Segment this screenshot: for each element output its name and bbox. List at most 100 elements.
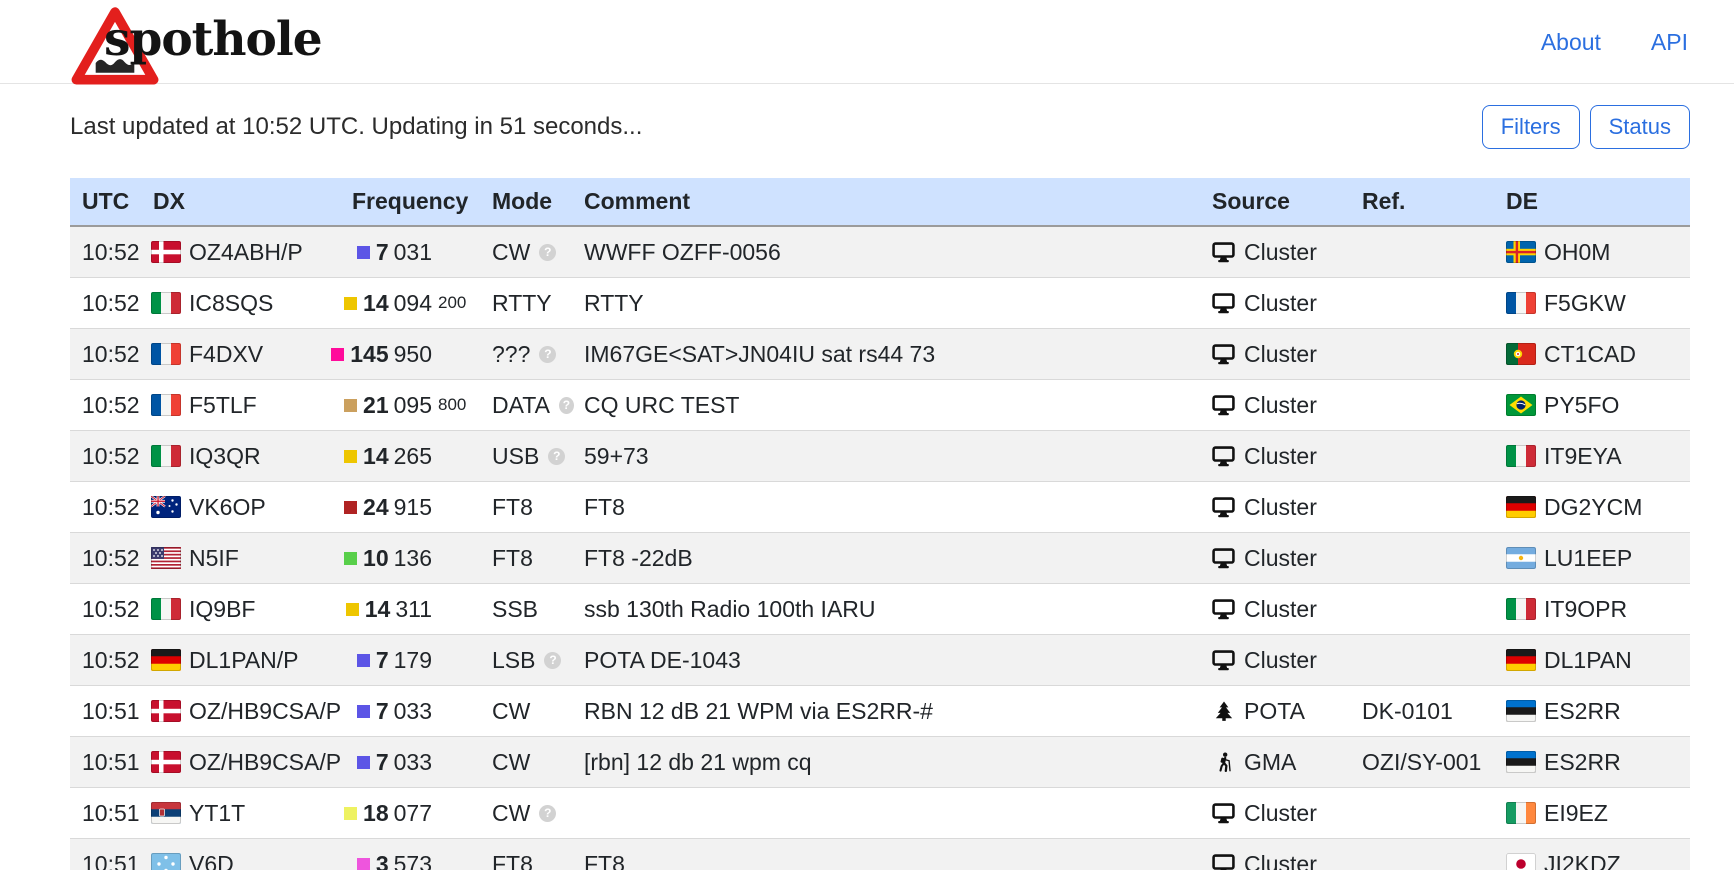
dx-callsign[interactable]: N5IF [189,545,239,572]
spot-mode-cell: CW [484,749,574,776]
dx-callsign[interactable]: OZ/HB9CSA/P [189,698,341,725]
spot-de-cell: OH0M [1490,239,1690,266]
spot-mode-cell: USB? [484,443,574,470]
spot-dx-cell: YT1T [146,800,344,827]
mode-help-icon[interactable]: ? [544,652,561,669]
de-callsign[interactable]: ES2RR [1544,749,1621,776]
spot-de-cell: ES2RR [1490,698,1690,725]
dx-callsign[interactable]: DL1PAN/P [189,647,299,674]
de-callsign[interactable]: PY5FO [1544,392,1619,419]
spot-source-cell: Cluster [1200,494,1350,521]
monitor-icon [1212,854,1235,870]
flag-dk-icon [151,751,181,773]
frequency-group: 7031 [344,239,432,266]
flag-jp-icon [1506,853,1536,870]
de-callsign[interactable]: LU1EEP [1544,545,1632,572]
mode-help-icon[interactable]: ? [548,448,565,465]
de-callsign[interactable]: EI9EZ [1544,800,1608,827]
de-callsign[interactable]: DG2YCM [1544,494,1642,521]
status-button[interactable]: Status [1590,105,1690,149]
brand-name: spothole [104,12,322,67]
mode-label: FT8 [492,494,533,521]
spot-source-cell: Cluster [1200,647,1350,674]
flag-ax-icon [1506,241,1536,263]
dx-callsign[interactable]: YT1T [189,800,245,827]
de-callsign[interactable]: IT9EYA [1544,443,1622,470]
band-color-square [344,399,357,412]
col-header-de: DE [1490,188,1690,215]
spot-mode-cell: CW? [484,800,574,827]
nav-link-api[interactable]: API [1651,29,1688,56]
flag-pt-icon [1506,343,1536,365]
dx-callsign[interactable]: OZ4ABH/P [189,239,303,266]
flag-it-icon [151,598,181,620]
spot-de-cell: JI2KDZ [1490,851,1690,870]
dx-callsign[interactable]: IQ9BF [189,596,255,623]
frequency-group: 7033 [344,698,432,725]
flag-fm-icon [151,853,181,870]
spot-comment: FT8 -22dB [574,545,1200,572]
spot-de-cell: DG2YCM [1490,494,1690,521]
col-header-dx: DX [146,188,344,215]
de-callsign[interactable]: CT1CAD [1544,341,1636,368]
dx-callsign[interactable]: IQ3QR [189,443,261,470]
dx-callsign[interactable]: IC8SQS [189,290,273,317]
de-callsign[interactable]: OH0M [1544,239,1610,266]
dx-callsign[interactable]: F5TLF [189,392,257,419]
de-callsign[interactable]: JI2KDZ [1544,851,1621,870]
flag-ee-icon [1506,751,1536,773]
mode-help-icon[interactable]: ? [539,805,556,822]
frequency-value: 10136 [363,545,432,572]
flag-dk-icon [151,241,181,263]
de-callsign[interactable]: F5GKW [1544,290,1626,317]
mode-help-icon[interactable]: ? [539,346,556,363]
spot-dx-cell: DL1PAN/P [146,647,344,674]
pine-tree-icon [1212,701,1235,721]
dx-callsign[interactable]: V6D [189,851,234,870]
dx-callsign[interactable]: VK6OP [189,494,266,521]
dx-callsign[interactable]: OZ/HB9CSA/P [189,749,341,776]
flag-ee-icon [1506,700,1536,722]
spot-frequency-cell: 7031 [344,239,484,266]
de-callsign[interactable]: DL1PAN [1544,647,1632,674]
spot-ref: DK-0101 [1350,698,1490,725]
frequency-group: 7033 [344,749,432,776]
de-callsign[interactable]: ES2RR [1544,698,1621,725]
spot-source-cell: POTA [1200,698,1350,725]
frequency-value: 14265 [363,443,432,470]
spot-mode-cell: FT8 [484,494,574,521]
frequency-group: 21095 [344,392,432,419]
mode-label: DATA [492,392,550,419]
source-label: Cluster [1244,545,1317,572]
spot-source-cell: Cluster [1200,341,1350,368]
spot-frequency-cell: 3573 [344,851,484,870]
spot-time: 10:52 [70,290,146,317]
spot-de-cell: CT1CAD [1490,341,1690,368]
dx-callsign[interactable]: F4DXV [189,341,263,368]
de-callsign[interactable]: IT9OPR [1544,596,1627,623]
flag-it-icon [151,292,181,314]
table-row: 10:52F4DXV145950????IM67GE<SAT>JN04IU sa… [70,329,1690,380]
mode-help-icon[interactable]: ? [539,244,556,261]
source-label: Cluster [1244,443,1317,470]
nav-link-about[interactable]: About [1541,29,1601,56]
spot-de-cell: EI9EZ [1490,800,1690,827]
monitor-icon [1212,395,1235,416]
spot-comment: 59+73 [574,443,1200,470]
source-label: Cluster [1244,392,1317,419]
flag-it-icon [1506,445,1536,467]
mode-help-icon[interactable]: ? [559,397,574,414]
frequency-group: 145950 [344,341,432,368]
spot-mode-cell: ???? [484,341,574,368]
flag-de-icon [151,649,181,671]
mode-label: USB [492,443,539,470]
page: spothole About API Last updated at 10:52… [0,0,1734,870]
table-row: 10:52N5IF10136FT8FT8 -22dBClusterLU1EEP [70,533,1690,584]
spot-source-cell: Cluster [1200,239,1350,266]
col-header-source: Source [1200,188,1350,215]
source-label: Cluster [1244,239,1317,266]
table-row: 10:51OZ/HB9CSA/P7033CWRBN 12 dB 21 WPM v… [70,686,1690,737]
site-logo[interactable]: spothole [70,4,390,82]
filters-button[interactable]: Filters [1482,105,1580,149]
spot-frequency-cell: 14311 [344,596,484,623]
